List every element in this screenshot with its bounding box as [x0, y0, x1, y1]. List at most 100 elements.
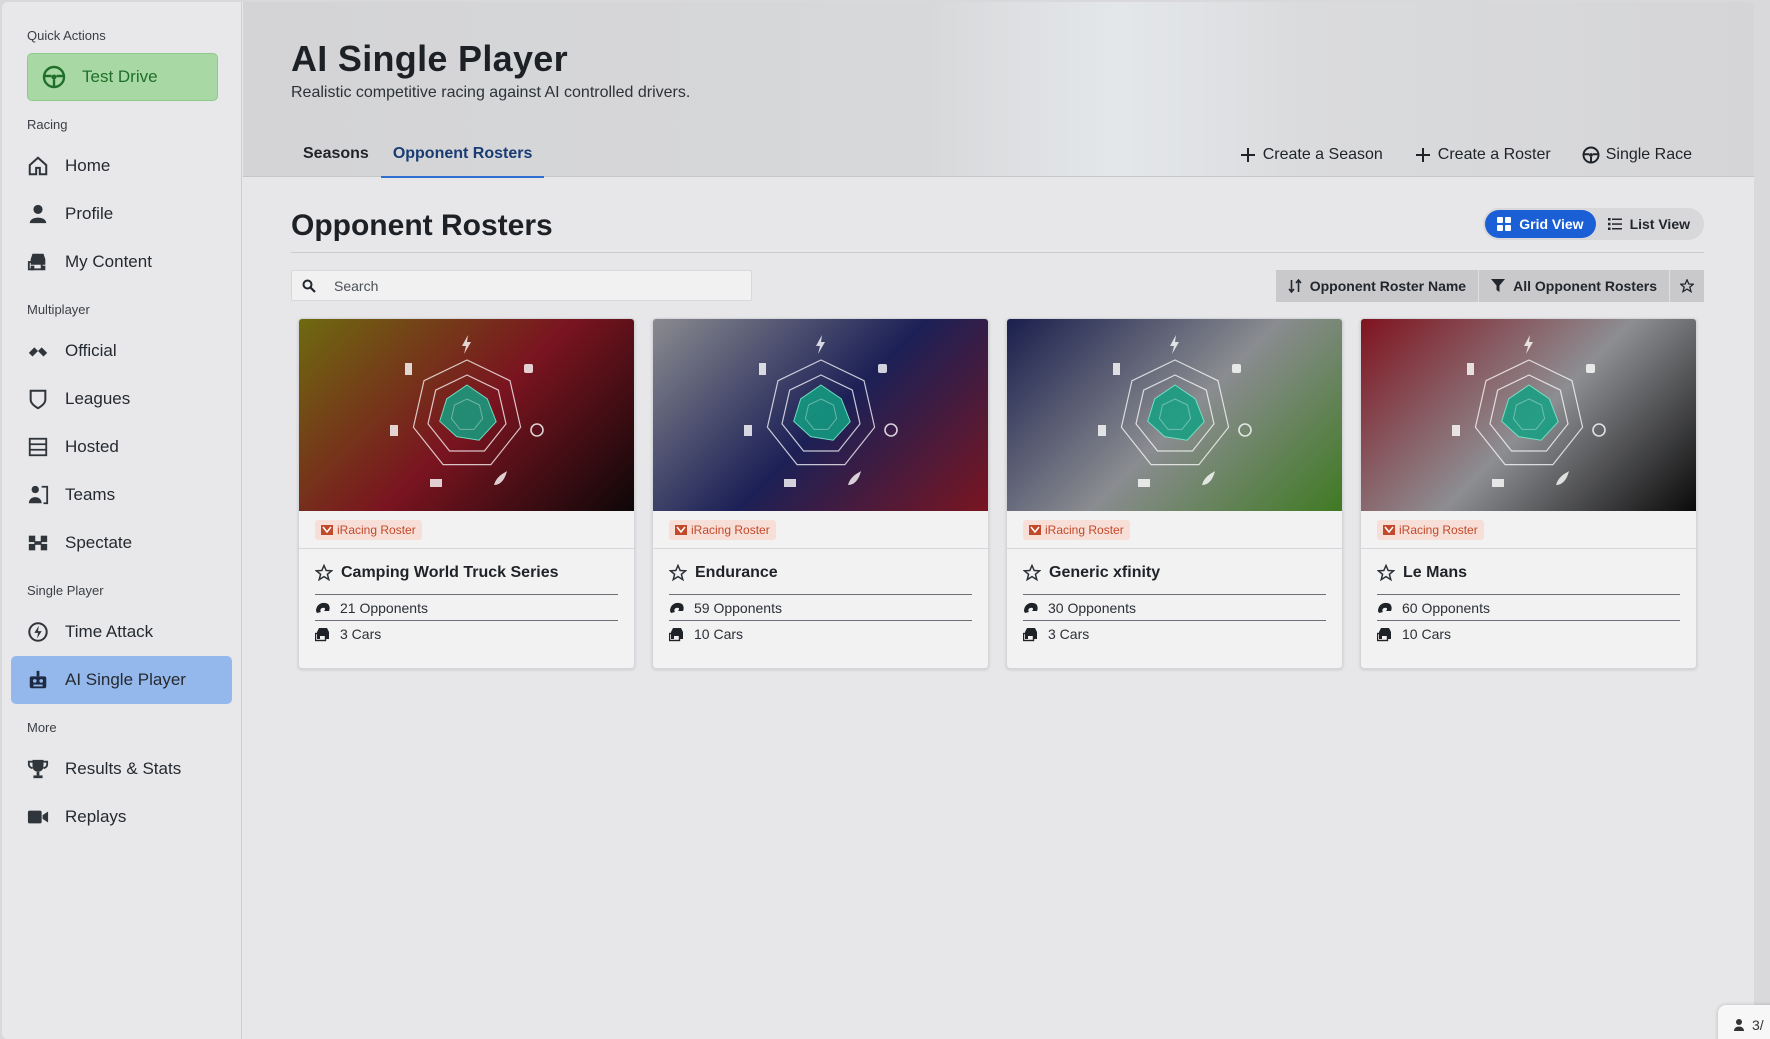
cars-count: 3 Cars — [340, 626, 382, 642]
roster-name: Le Mans — [1403, 564, 1468, 581]
sidebar-item-results-stats[interactable]: Results & Stats — [11, 745, 232, 793]
sidebar-item-spectate[interactable]: Spectate — [11, 519, 232, 567]
sidebar-item-label: Time Attack — [65, 622, 154, 641]
roster-name: Endurance — [695, 564, 778, 581]
sidebar-item-label: My Content — [65, 252, 152, 271]
video-icon — [27, 806, 49, 828]
steering-wheel-icon — [1582, 146, 1600, 164]
app-window: Quick Actions Test Drive Racing Home Pro… — [2, 2, 1754, 1039]
favorite-star-icon[interactable] — [1023, 564, 1041, 582]
roster-card[interactable]: iRacing Roster Camping World Truck Serie… — [298, 318, 635, 669]
sidebar-item-label: Replays — [65, 807, 127, 826]
sidebar-item-label: AI Single Player — [65, 670, 186, 689]
opponents-count: 21 Opponents — [340, 600, 428, 616]
sidebar-item-replays[interactable]: Replays — [11, 793, 232, 841]
roster-tag-label: iRacing Roster — [691, 522, 770, 537]
helmet-icon — [316, 602, 330, 613]
view-toggle: Grid View List View — [1483, 208, 1704, 240]
sidebar-item-label: Home — [65, 156, 111, 175]
cars-count: 10 Cars — [1402, 626, 1452, 642]
sidebar-item-hosted[interactable]: Hosted — [11, 423, 232, 471]
tab-opponent-rosters[interactable]: Opponent Rosters — [380, 142, 545, 178]
roster-tag: iRacing Roster — [315, 519, 422, 540]
my-content-icon — [27, 251, 49, 273]
favorites-filter-button[interactable] — [1670, 270, 1704, 302]
roster-card[interactable]: iRacing Roster Le Mans 60 Opponents 10 C… — [1360, 318, 1697, 669]
online-count-label: 3/ — [1752, 1017, 1764, 1033]
tag-row: iRacing Roster — [1007, 511, 1342, 549]
roster-name-row: Generic xfinity — [1007, 549, 1342, 582]
opponents-stat: 59 Opponents — [653, 595, 988, 616]
roster-name-row: Camping World Truck Series — [299, 549, 634, 582]
section-single-player: Single Player — [27, 583, 104, 598]
home-icon — [27, 155, 49, 177]
filter-button[interactable]: All Opponent Rosters — [1479, 270, 1670, 302]
hosted-icon — [27, 436, 49, 458]
tag-row: iRacing Roster — [1361, 511, 1696, 549]
sidebar-item-leagues[interactable]: Leagues — [11, 375, 232, 423]
plus-icon — [1415, 148, 1430, 162]
roster-card[interactable]: iRacing Roster Generic xfinity 30 Oppone… — [1006, 318, 1343, 669]
leagues-icon — [27, 388, 49, 410]
sidebar-item-ai-single-player[interactable]: AI Single Player — [11, 656, 232, 704]
section-more: More — [27, 720, 57, 735]
single-race-button[interactable]: Single Race — [1582, 146, 1692, 164]
opponents-stat: 60 Opponents — [1361, 595, 1696, 616]
main-area: AI Single Player Realistic competitive r… — [243, 2, 1754, 1039]
iracing-logo-icon — [1029, 524, 1041, 535]
sidebar-item-home[interactable]: Home — [11, 142, 232, 190]
roster-name-row: Endurance — [653, 549, 988, 582]
time-attack-icon — [27, 621, 49, 643]
sidebar-item-label: Results & Stats — [65, 759, 182, 778]
tab-bar: Seasons Opponent Rosters — [291, 142, 545, 178]
search-input[interactable] — [334, 277, 734, 294]
header-actions: Create a Season Create a Roster Single R… — [1208, 146, 1692, 164]
sidebar-item-profile[interactable]: Profile — [11, 190, 232, 238]
list-view-button[interactable]: List View — [1596, 210, 1702, 238]
cars-stat: 3 Cars — [299, 621, 634, 642]
favorite-star-icon[interactable] — [315, 564, 333, 582]
trophy-icon — [27, 758, 49, 780]
cars-count: 3 Cars — [1048, 626, 1090, 642]
roster-card[interactable]: iRacing Roster Endurance 59 Opponents 10… — [652, 318, 989, 669]
create-roster-button[interactable]: Create a Roster — [1414, 146, 1551, 164]
roster-image — [1361, 319, 1696, 511]
sidebar-item-label: Official — [65, 341, 117, 360]
filter-bar: Opponent Roster Name All Opponent Roster… — [1275, 270, 1704, 302]
grid-view-label: Grid View — [1519, 216, 1584, 232]
online-count-chip[interactable]: 3/ — [1718, 1005, 1770, 1039]
sidebar-item-label: Spectate — [65, 533, 133, 552]
sidebar-item-my-content[interactable]: My Content — [11, 238, 232, 286]
roster-tag-label: iRacing Roster — [1399, 522, 1478, 537]
favorite-star-icon[interactable] — [1377, 564, 1395, 582]
grid-view-button[interactable]: Grid View — [1485, 210, 1596, 238]
users-icon — [1734, 1019, 1744, 1031]
list-view-label: List View — [1629, 216, 1690, 232]
test-drive-button[interactable]: Test Drive — [27, 53, 218, 101]
robot-icon — [27, 669, 49, 691]
roster-tag: iRacing Roster — [1023, 519, 1130, 540]
section-multiplayer: Multiplayer — [27, 302, 90, 317]
search-icon — [302, 279, 316, 293]
create-season-button[interactable]: Create a Season — [1239, 146, 1383, 164]
sort-button[interactable]: Opponent Roster Name — [1275, 270, 1480, 302]
tab-seasons[interactable]: Seasons — [291, 142, 381, 178]
page-header: AI Single Player Realistic competitive r… — [243, 2, 1754, 178]
tag-row: iRacing Roster — [653, 511, 988, 549]
page-title: AI Single Player — [291, 38, 568, 79]
roster-name: Generic xfinity — [1049, 564, 1161, 581]
search-box[interactable] — [291, 270, 752, 301]
radar-chart — [744, 335, 898, 487]
radar-chart — [1452, 335, 1606, 487]
radar-chart — [1098, 335, 1252, 487]
helmet-icon — [1024, 602, 1038, 613]
opponents-stat: 30 Opponents — [1007, 595, 1342, 616]
sidebar-item-official[interactable]: Official — [11, 327, 232, 375]
favorite-star-icon[interactable] — [669, 564, 687, 582]
sort-icon — [1288, 279, 1302, 293]
sidebar-item-teams[interactable]: Teams — [11, 471, 232, 519]
roster-tag-label: iRacing Roster — [1045, 522, 1124, 537]
filter-label: All Opponent Rosters — [1513, 278, 1657, 294]
sidebar-item-time-attack[interactable]: Time Attack — [11, 608, 232, 656]
cars-stat: 3 Cars — [1007, 621, 1342, 642]
